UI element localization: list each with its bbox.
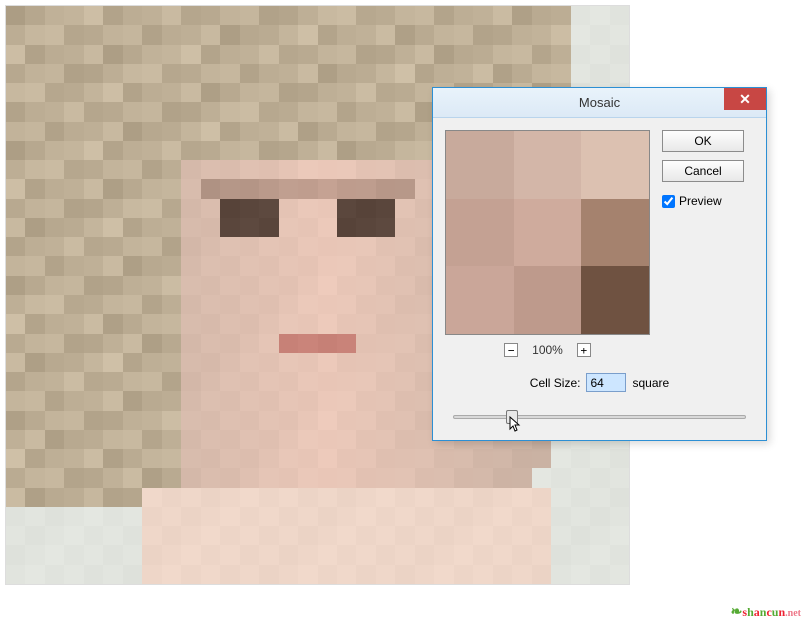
preview-checkbox[interactable]	[662, 195, 675, 208]
cell-size-input[interactable]	[586, 373, 626, 392]
cell-size-unit: square	[632, 376, 669, 390]
close-icon: ✕	[739, 91, 751, 108]
filter-preview[interactable]	[445, 130, 650, 335]
watermark: ❧shancun.net	[731, 604, 801, 621]
mosaic-dialog: Mosaic ✕ − 100% + OK Cancel P	[432, 87, 767, 441]
dialog-body: − 100% + OK Cancel Preview Cell Size: sq…	[433, 118, 766, 440]
ok-button[interactable]: OK	[662, 130, 744, 152]
zoom-in-button[interactable]: +	[577, 343, 591, 357]
zoom-out-button[interactable]: −	[504, 343, 518, 357]
cancel-button[interactable]: Cancel	[662, 160, 744, 182]
cell-size-row: Cell Size: square	[445, 373, 754, 392]
slider-track	[453, 415, 746, 419]
watermark-suffix: .net	[785, 608, 801, 619]
zoom-controls: − 100% +	[445, 343, 650, 357]
close-button[interactable]: ✕	[724, 88, 766, 110]
preview-checkbox-label: Preview	[679, 194, 722, 208]
preview-checkbox-row[interactable]: Preview	[662, 194, 754, 208]
zoom-level-label: 100%	[532, 343, 563, 357]
plus-icon: +	[581, 345, 588, 356]
cell-size-label: Cell Size:	[530, 376, 581, 390]
leaf-icon: ❧	[731, 605, 743, 620]
minus-icon: −	[508, 345, 515, 356]
cell-size-slider[interactable]	[453, 408, 746, 426]
dialog-titlebar: Mosaic ✕	[433, 88, 766, 118]
slider-thumb[interactable]	[506, 410, 518, 424]
dialog-title: Mosaic	[579, 95, 620, 110]
